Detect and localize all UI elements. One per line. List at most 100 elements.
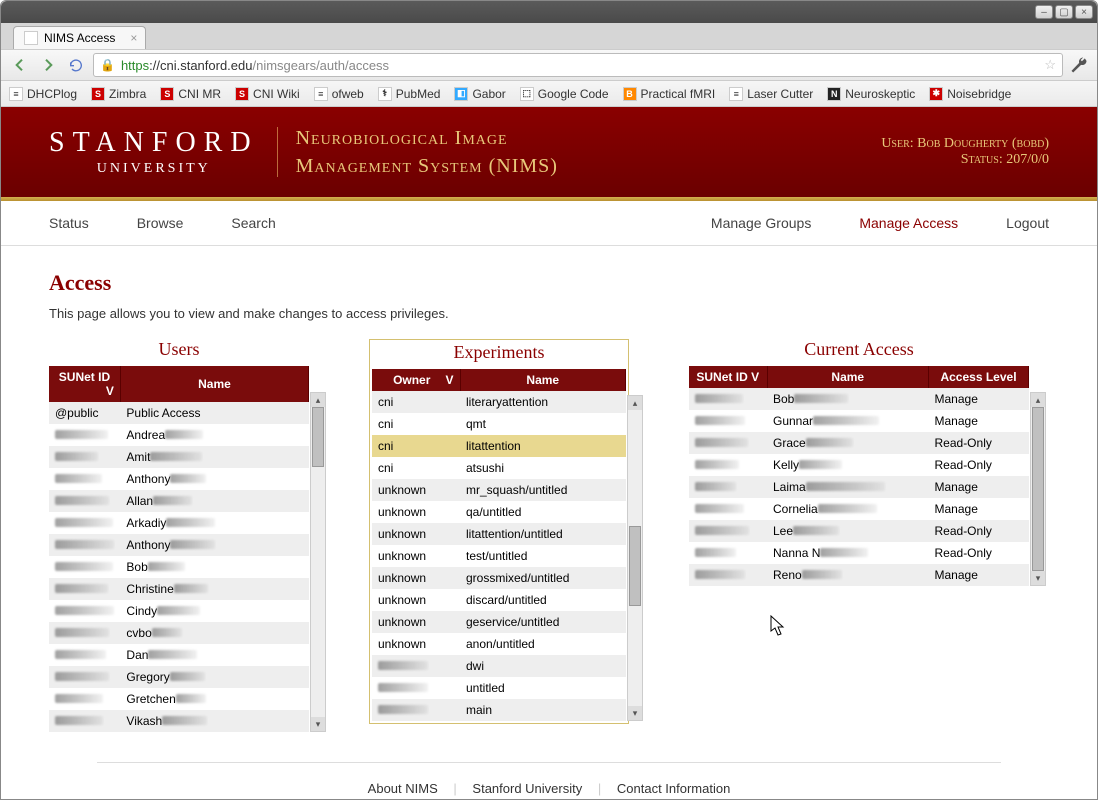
access-col-name[interactable]: Name bbox=[767, 366, 929, 388]
table-row[interactable]: Christine bbox=[49, 578, 309, 600]
table-row[interactable]: main bbox=[372, 699, 626, 721]
table-row[interactable]: LaimaManage bbox=[689, 476, 1029, 498]
nav-search[interactable]: Search bbox=[231, 215, 275, 231]
scroll-thumb[interactable] bbox=[1032, 407, 1044, 571]
table-row[interactable]: @publicPublic Access bbox=[49, 402, 309, 424]
bookmark-label: Laser Cutter bbox=[747, 87, 813, 101]
url-input[interactable]: 🔒 https://cni.stanford.edu/nimsgears/aut… bbox=[93, 53, 1063, 77]
table-row[interactable]: cniqmt bbox=[372, 413, 626, 435]
bookmark-dhcplog[interactable]: ≡DHCPlog bbox=[9, 87, 77, 101]
footer-contact[interactable]: Contact Information bbox=[617, 781, 730, 796]
table-row[interactable]: untitled bbox=[372, 677, 626, 699]
table-row[interactable]: CorneliaManage bbox=[689, 498, 1029, 520]
nav-manage-groups[interactable]: Manage Groups bbox=[711, 215, 811, 231]
bookmark-pubmed[interactable]: ⚕PubMed bbox=[378, 87, 441, 101]
scroll-up-icon[interactable]: ▴ bbox=[1031, 393, 1045, 407]
users-scrollbar[interactable]: ▴ ▾ bbox=[310, 392, 326, 732]
nav-status[interactable]: Status bbox=[49, 215, 89, 231]
cell-sunetid bbox=[49, 710, 120, 732]
table-row[interactable]: Bob bbox=[49, 556, 309, 578]
table-row[interactable]: GraceRead-Only bbox=[689, 432, 1029, 454]
nav-menu: Status Browse Search Manage Groups Manag… bbox=[1, 201, 1097, 246]
table-row[interactable]: Dan bbox=[49, 644, 309, 666]
footer-stanford[interactable]: Stanford University bbox=[472, 781, 582, 796]
bookmark-google-code[interactable]: ⬚Google Code bbox=[520, 87, 609, 101]
table-row[interactable]: RenoManage bbox=[689, 564, 1029, 586]
table-row[interactable]: Gretchen bbox=[49, 688, 309, 710]
table-row[interactable]: unknownqa/untitled bbox=[372, 501, 626, 523]
cell-name: cvbo bbox=[120, 622, 308, 644]
cell-name: Anthony bbox=[120, 534, 308, 556]
nav-browse[interactable]: Browse bbox=[137, 215, 184, 231]
cell-name: dwi bbox=[460, 655, 626, 677]
table-row[interactable]: Anthony bbox=[49, 468, 309, 490]
bookmark-ofweb[interactable]: ≡ofweb bbox=[314, 87, 364, 101]
table-row[interactable]: Vikash bbox=[49, 710, 309, 732]
nav-manage-access[interactable]: Manage Access bbox=[859, 215, 958, 231]
window-maximize-button[interactable]: ▢ bbox=[1055, 5, 1073, 19]
experiments-col-name[interactable]: Name bbox=[460, 369, 626, 391]
table-row[interactable]: cnilitattention bbox=[372, 435, 626, 457]
table-row[interactable]: cvbo bbox=[49, 622, 309, 644]
scroll-up-icon[interactable]: ▴ bbox=[311, 393, 325, 407]
users-col-name[interactable]: Name bbox=[120, 366, 308, 402]
settings-wrench-icon[interactable] bbox=[1069, 55, 1089, 75]
scroll-down-icon[interactable]: ▾ bbox=[311, 717, 325, 731]
bookmark-neuroskeptic[interactable]: NNeuroskeptic bbox=[827, 87, 915, 101]
table-row[interactable]: unknownanon/untitled bbox=[372, 633, 626, 655]
table-row[interactable]: Allan bbox=[49, 490, 309, 512]
bookmark-star-icon[interactable]: ☆ bbox=[1044, 57, 1056, 73]
scroll-thumb[interactable] bbox=[629, 526, 641, 606]
experiments-col-owner[interactable]: OwnerV bbox=[372, 369, 460, 391]
access-col-sunetid[interactable]: SUNet ID V bbox=[689, 366, 767, 388]
cell-sunetid bbox=[689, 498, 767, 520]
table-row[interactable]: Anthony bbox=[49, 534, 309, 556]
window-close-button[interactable]: × bbox=[1075, 5, 1093, 19]
bookmark-cni-wiki[interactable]: SCNI Wiki bbox=[235, 87, 300, 101]
forward-button[interactable] bbox=[37, 54, 59, 76]
table-row[interactable]: Gregory bbox=[49, 666, 309, 688]
table-row[interactable]: dwi bbox=[372, 655, 626, 677]
back-button[interactable] bbox=[9, 54, 31, 76]
cell-name: Grace bbox=[767, 432, 929, 454]
table-row[interactable]: unknowndiscard/untitled bbox=[372, 589, 626, 611]
access-scrollbar[interactable]: ▴ ▾ bbox=[1030, 392, 1046, 586]
table-row[interactable]: BobManage bbox=[689, 388, 1029, 410]
table-row[interactable]: unknowngeservice/untitled bbox=[372, 611, 626, 633]
table-row[interactable]: KellyRead-Only bbox=[689, 454, 1029, 476]
bookmark-laser-cutter[interactable]: ≡Laser Cutter bbox=[729, 87, 813, 101]
nav-logout[interactable]: Logout bbox=[1006, 215, 1049, 231]
table-row[interactable]: Andrea bbox=[49, 424, 309, 446]
scroll-thumb[interactable] bbox=[312, 407, 324, 467]
browser-tab[interactable]: NIMS Access × bbox=[13, 26, 146, 49]
reload-button[interactable] bbox=[65, 54, 87, 76]
table-row[interactable]: Cindy bbox=[49, 600, 309, 622]
bookmark-label: Gabor bbox=[472, 87, 505, 101]
table-row[interactable]: unknownmr_squash/untitled bbox=[372, 479, 626, 501]
bookmark-practical-fmri[interactable]: BPractical fMRI bbox=[623, 87, 716, 101]
table-row[interactable]: unknowngrossmixed/untitled bbox=[372, 567, 626, 589]
tab-close-icon[interactable]: × bbox=[130, 31, 137, 45]
cell-name: literaryattention bbox=[460, 391, 626, 413]
table-row[interactable]: Nanna NRead-Only bbox=[689, 542, 1029, 564]
table-row[interactable]: cniatsushi bbox=[372, 457, 626, 479]
table-row[interactable]: Arkadiy bbox=[49, 512, 309, 534]
window-minimize-button[interactable]: – bbox=[1035, 5, 1053, 19]
bookmark-gabor[interactable]: ◧Gabor bbox=[454, 87, 505, 101]
bookmark-cni-mr[interactable]: SCNI MR bbox=[160, 87, 221, 101]
scroll-up-icon[interactable]: ▴ bbox=[628, 396, 642, 410]
table-row[interactable]: GunnarManage bbox=[689, 410, 1029, 432]
scroll-down-icon[interactable]: ▾ bbox=[1031, 571, 1045, 585]
table-row[interactable]: LeeRead-Only bbox=[689, 520, 1029, 542]
experiments-scrollbar[interactable]: ▴ ▾ bbox=[627, 395, 643, 721]
users-col-sunetid[interactable]: SUNet IDV bbox=[49, 366, 120, 402]
table-row[interactable]: Amit bbox=[49, 446, 309, 468]
table-row[interactable]: unknownlitattention/untitled bbox=[372, 523, 626, 545]
bookmark-noisebridge[interactable]: ✱Noisebridge bbox=[929, 87, 1011, 101]
access-col-level[interactable]: Access Level bbox=[929, 366, 1029, 388]
footer-about[interactable]: About NIMS bbox=[368, 781, 438, 796]
scroll-down-icon[interactable]: ▾ bbox=[628, 706, 642, 720]
table-row[interactable]: unknowntest/untitled bbox=[372, 545, 626, 567]
table-row[interactable]: cniliteraryattention bbox=[372, 391, 626, 413]
bookmark-zimbra[interactable]: SZimbra bbox=[91, 87, 146, 101]
